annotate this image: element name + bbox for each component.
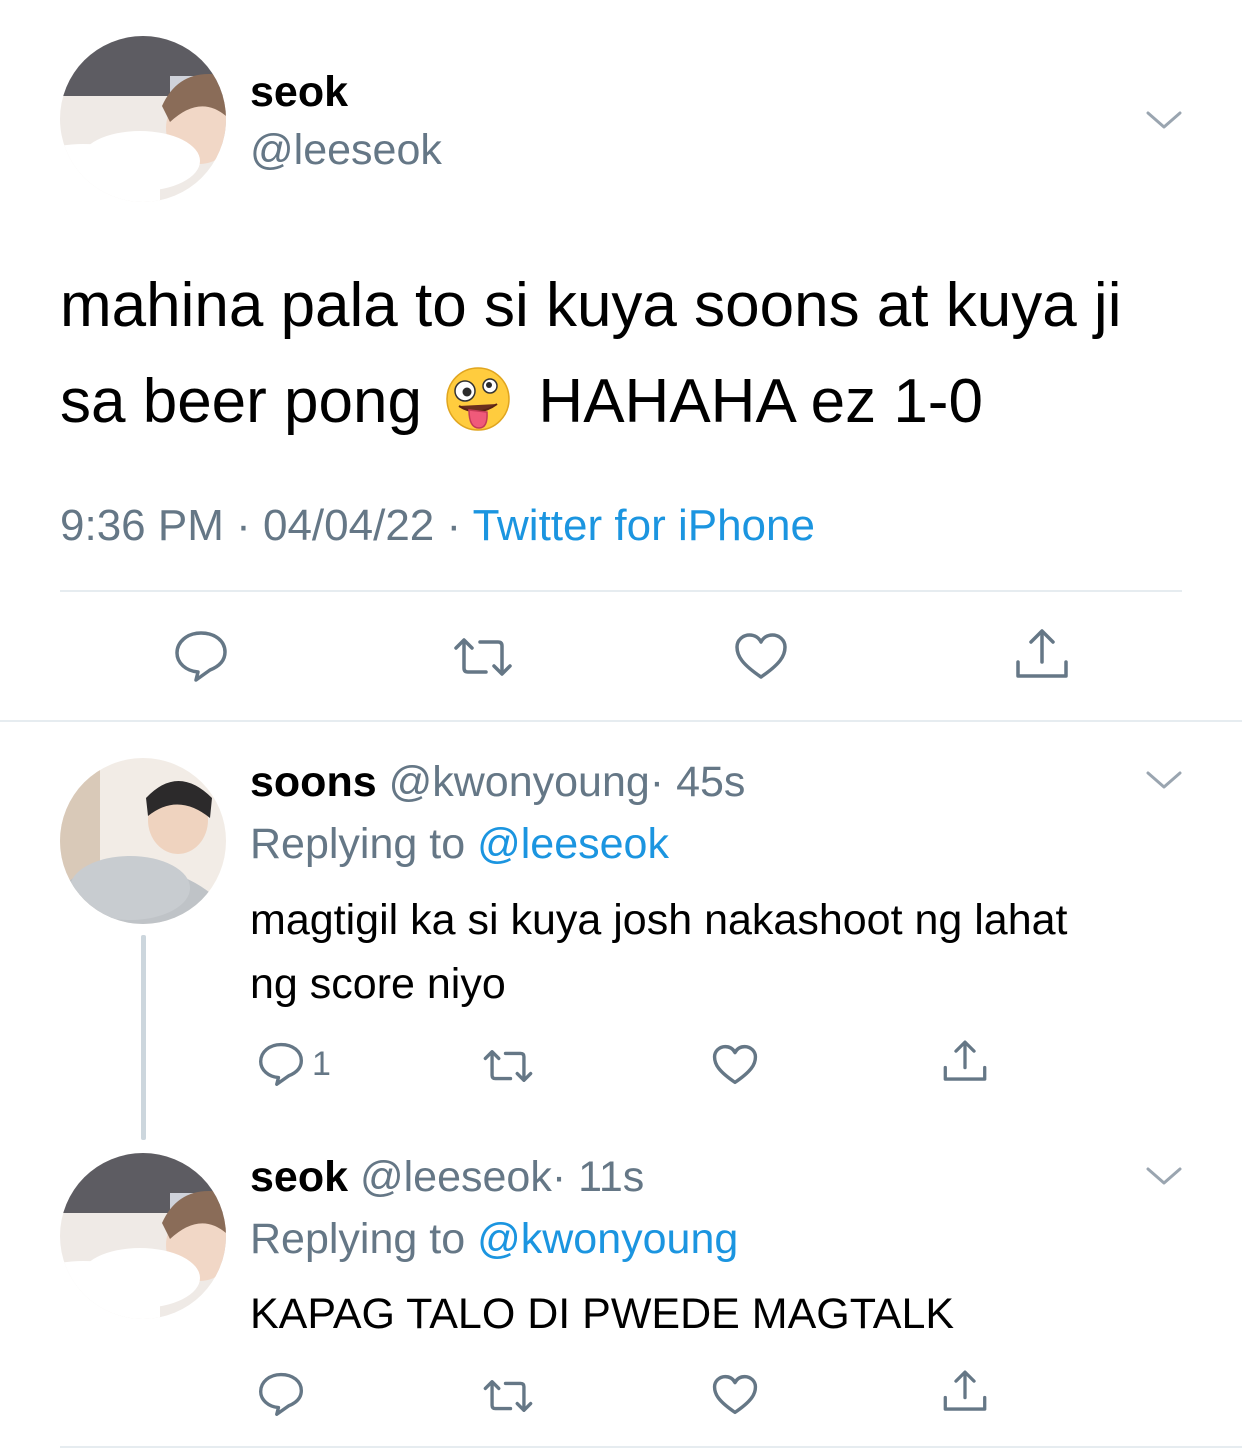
- tweet-source-link[interactable]: Twitter for iPhone: [473, 501, 815, 550]
- thread-connector: [141, 935, 146, 1140]
- section-divider: [0, 720, 1242, 722]
- reply-age: · 11s: [551, 1153, 645, 1201]
- zany-face-icon: [445, 366, 511, 432]
- reply-button[interactable]: [174, 630, 228, 682]
- replying-to-link[interactable]: @leeseok: [477, 820, 669, 868]
- tweet-time: 9:36 PM: [60, 501, 224, 550]
- chevron-down-icon[interactable]: [1144, 766, 1184, 794]
- replying-to-label: Replying to: [250, 820, 466, 868]
- meta-separator: ·: [434, 501, 473, 550]
- replying-to-link[interactable]: @kwonyoung: [477, 1215, 738, 1263]
- retweet-icon: [483, 1050, 533, 1082]
- retweet-icon: [483, 1380, 533, 1412]
- reply-text: KAPAG TALO DI PWEDE MAGTALK: [250, 1282, 1210, 1346]
- avatar-soons[interactable]: [60, 758, 226, 924]
- like-button[interactable]: [712, 1374, 758, 1415]
- reply-author-name[interactable]: soons: [250, 758, 377, 806]
- share-button[interactable]: [942, 1368, 988, 1414]
- avatar-seok[interactable]: [60, 1153, 226, 1319]
- reply-text-line-1: KAPAG TALO DI PWEDE MAGTALK: [250, 1290, 955, 1338]
- share-button[interactable]: [1014, 626, 1070, 682]
- retweet-button[interactable]: [482, 1378, 534, 1414]
- replying-to-label: Replying to: [250, 1215, 466, 1263]
- like-button[interactable]: [712, 1044, 758, 1085]
- avatar-seok[interactable]: [60, 36, 226, 202]
- divider: [60, 590, 1182, 592]
- reply-author-handle[interactable]: @leeseok: [360, 1153, 552, 1201]
- tweet-text-line-1: mahina pala to si kuya soons at kuya ji: [60, 271, 1122, 340]
- like-button[interactable]: [734, 632, 788, 680]
- retweet-button[interactable]: [452, 636, 514, 678]
- reply-text-line-2: ng score niyo: [250, 960, 506, 1008]
- tweet-text: mahina pala to si kuya soons at kuya ji …: [60, 258, 1200, 450]
- like-icon: [712, 1044, 758, 1085]
- chevron-down-icon[interactable]: [1144, 106, 1184, 134]
- tweet-text-before-emoji: sa beer pong: [60, 367, 422, 436]
- retweet-icon: [454, 638, 512, 676]
- author-name[interactable]: seok: [250, 66, 348, 118]
- tweet-date: 04/04/22: [262, 501, 435, 550]
- meta-separator: ·: [223, 501, 263, 550]
- author-handle[interactable]: @leeseok: [250, 124, 442, 176]
- reply-header: soons @kwonyoung· 45s: [250, 756, 745, 808]
- reply-button[interactable]: 1: [258, 1042, 331, 1086]
- replying-to: Replying to @kwonyoung: [250, 1213, 738, 1265]
- reply-icon: [259, 1042, 303, 1086]
- reply-icon: [259, 1372, 303, 1416]
- reply-author-name[interactable]: seok: [250, 1153, 348, 1201]
- reply-author-handle[interactable]: @kwonyoung: [389, 758, 650, 806]
- replying-to: Replying to @leeseok: [250, 818, 669, 870]
- tweet-meta: 9:36 PM · 04/04/22 · Twitter for iPhone: [60, 498, 815, 554]
- chevron-down-icon[interactable]: [1144, 1162, 1184, 1190]
- tweet-text-line-2: sa beer pong HAHAHA ez 1-0: [60, 354, 1200, 450]
- reply-age: · 45s: [649, 758, 746, 806]
- reply-text: magtigil ka si kuya josh nakashoot ng la…: [250, 888, 1210, 1016]
- reply-count: 1: [312, 1044, 331, 1083]
- share-button[interactable]: [942, 1038, 988, 1084]
- share-icon: [943, 1040, 987, 1081]
- share-icon: [943, 1370, 987, 1411]
- like-icon: [712, 1374, 758, 1415]
- tweet-text-after-emoji: HAHAHA ez 1-0: [538, 367, 983, 436]
- like-icon: [735, 633, 787, 679]
- reply-button[interactable]: [258, 1372, 304, 1416]
- reply-icon: [175, 631, 227, 682]
- retweet-button[interactable]: [482, 1048, 534, 1084]
- bottom-divider: [60, 1446, 1242, 1448]
- reply-text-line-1: magtigil ka si kuya josh nakashoot ng la…: [250, 896, 1068, 944]
- reply-header: seok @leeseok· 11s: [250, 1151, 644, 1203]
- share-icon: [1016, 629, 1068, 678]
